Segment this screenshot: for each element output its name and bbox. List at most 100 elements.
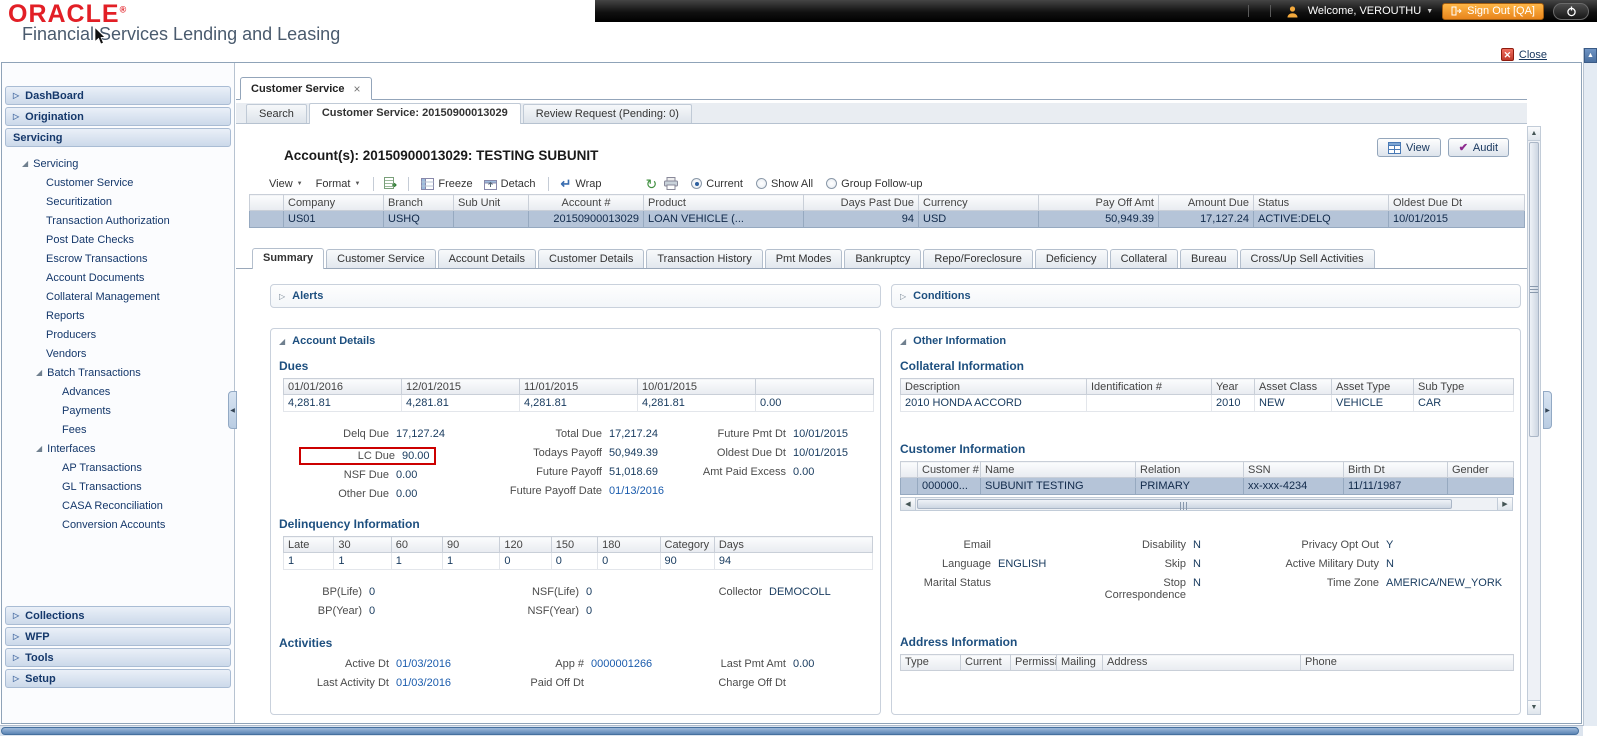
format-menu[interactable]: Format ▼	[313, 178, 364, 190]
scroll-up-button[interactable]: ▲	[1584, 48, 1597, 63]
col-account-number[interactable]: Account #	[528, 194, 644, 211]
sidebar-item-gl-transactions[interactable]: GL Transactions	[2, 477, 234, 496]
sidebar-item-ap-transactions[interactable]: AP Transactions	[2, 458, 234, 477]
col-branch[interactable]: Branch	[383, 194, 454, 211]
outer-vertical-scrollbar[interactable]: ▲	[1583, 48, 1597, 726]
sidebar-item-advances[interactable]: Advances	[2, 382, 234, 401]
subtab-search[interactable]: Search	[246, 104, 307, 123]
scroll-up-button[interactable]: ▲	[1528, 127, 1540, 141]
col-sub-unit[interactable]: Sub Unit	[453, 194, 529, 211]
detach-button[interactable]: Detach	[482, 178, 538, 190]
sidebar-item-vendors[interactable]: Vendors	[2, 344, 234, 363]
tree-node-interfaces[interactable]: ◢ Interfaces	[2, 439, 234, 458]
sidebar-item-fees[interactable]: Fees	[2, 420, 234, 439]
scroll-down-button[interactable]: ▼	[1528, 700, 1540, 714]
power-button[interactable]	[1553, 2, 1589, 20]
collapsed-arrow-icon[interactable]: ▷	[900, 292, 906, 301]
sidebar-item-transaction-authorization[interactable]: Transaction Authorization	[2, 211, 234, 230]
radio-show-all[interactable]: Show All	[755, 178, 813, 190]
tab-deficiency[interactable]: Deficiency	[1034, 249, 1108, 268]
tab-close-icon[interactable]: ×	[354, 82, 361, 96]
col-product[interactable]: Product	[643, 194, 804, 211]
export-icon[interactable]	[384, 177, 398, 190]
audit-button[interactable]: ✔ Audit	[1447, 138, 1509, 157]
sidebar-section-origination[interactable]: ▷ Origination	[5, 107, 231, 126]
sidebar-item-post-date-checks[interactable]: Post Date Checks	[2, 230, 234, 249]
tree-node-servicing[interactable]: ◢ Servicing	[2, 154, 234, 173]
expanded-arrow-icon[interactable]: ◢	[36, 368, 42, 377]
col-company[interactable]: Company	[283, 194, 384, 211]
sidebar-section-collections[interactable]: ▷ Collections	[5, 606, 231, 625]
sign-out-button[interactable]: Sign Out [QA]	[1442, 2, 1544, 20]
view-menu[interactable]: View ▼	[266, 178, 306, 190]
sidebar-section-tools[interactable]: ▷ Tools	[5, 648, 231, 667]
horizontal-scrollbar[interactable]	[0, 725, 1583, 736]
sidebar-item-casa-reconciliation[interactable]: CASA Reconciliation	[2, 496, 234, 515]
account-details-header[interactable]: ◢ Account Details	[271, 329, 880, 349]
sidebar-section-setup[interactable]: ▷ Setup	[5, 669, 231, 688]
vertical-scrollbar[interactable]: ▲ ▼	[1527, 126, 1541, 715]
tab-bureau[interactable]: Bureau	[1180, 249, 1238, 268]
sidebar-item-customer-service[interactable]: Customer Service	[2, 173, 234, 192]
row-selector-cell[interactable]	[900, 477, 918, 495]
dues-value-row[interactable]: 4,281.81 4,281.81 4,281.81 4,281.81 0.00	[283, 394, 874, 412]
tab-transaction-history[interactable]: Transaction History	[646, 249, 763, 268]
tab-collateral[interactable]: Collateral	[1109, 249, 1179, 268]
tab-customer-service-detail[interactable]: Customer Service	[326, 249, 436, 268]
tab-customer-details[interactable]: Customer Details	[538, 249, 645, 268]
scrollbar-thumb[interactable]	[1, 727, 1579, 735]
col-status[interactable]: Status	[1253, 194, 1389, 211]
col-pay-off-amt[interactable]: Pay Off Amt	[1038, 194, 1159, 211]
tab-customer-service[interactable]: Customer Service ×	[240, 77, 372, 100]
user-menu[interactable]: Welcome, VEROUTHU ▼	[1308, 5, 1433, 17]
other-information-header[interactable]: ◢ Other Information	[892, 329, 1520, 349]
subtab-customer-service-account[interactable]: Customer Service: 20150900013029	[308, 103, 521, 124]
wrap-button[interactable]: ↵ Wrap	[559, 177, 604, 190]
expanded-arrow-icon[interactable]: ◢	[22, 159, 28, 168]
col-days-past-due[interactable]: Days Past Due	[803, 194, 919, 211]
delinquency-value-row[interactable]: 1 1 1 1 0 0 0 90 94	[282, 552, 874, 570]
sidebar-item-conversion-accounts[interactable]: Conversion Accounts	[2, 515, 234, 534]
tab-repo-foreclosure[interactable]: Repo/Foreclosure	[923, 249, 1033, 268]
row-selector-cell[interactable]	[249, 210, 284, 228]
sidebar-item-escrow-transactions[interactable]: Escrow Transactions	[2, 249, 234, 268]
radio-group-followup[interactable]: Group Follow-up	[826, 178, 922, 190]
scrollbar-track[interactable]	[916, 498, 1497, 510]
tab-summary[interactable]: Summary	[252, 248, 325, 269]
close-icon[interactable]: ✕	[1500, 48, 1514, 61]
close-label[interactable]: Close	[1519, 49, 1547, 61]
sidebar-section-wfp[interactable]: ▷ WFP	[5, 627, 231, 646]
refresh-icon[interactable]: ↻	[646, 177, 658, 191]
sidebar-section-servicing[interactable]: Servicing	[5, 128, 231, 147]
sidebar-item-reports[interactable]: Reports	[2, 306, 234, 325]
tree-node-batch-transactions[interactable]: ◢ Batch Transactions	[2, 363, 234, 382]
account-row[interactable]: US01 USHQ 20150900013029 LOAN VEHICLE (.…	[249, 210, 1525, 228]
scrollbar-thumb[interactable]	[1529, 142, 1539, 437]
alerts-panel[interactable]: ▷ Alerts	[270, 284, 881, 308]
right-panel-expand-handle[interactable]: ▶	[1543, 391, 1552, 429]
customer-row[interactable]: 000000... SUBUNIT TESTING PRIMARY xx-xxx…	[900, 477, 1514, 495]
collateral-row[interactable]: 2010 HONDA ACCORD 2010 NEW VEHICLE CAR	[900, 394, 1514, 412]
sidebar-section-dashboard[interactable]: ▷ DashBoard	[5, 86, 231, 105]
radio-current[interactable]: Current	[691, 178, 743, 190]
conditions-panel[interactable]: ▷ Conditions	[891, 284, 1521, 308]
col-currency[interactable]: Currency	[918, 194, 1039, 211]
sidebar-item-producers[interactable]: Producers	[2, 325, 234, 344]
tab-cross-up-sell[interactable]: Cross/Up Sell Activities	[1239, 249, 1375, 268]
sidebar-item-collateral-management[interactable]: Collateral Management	[2, 287, 234, 306]
sidebar-item-securitization[interactable]: Securitization	[2, 192, 234, 211]
collateral-description-link[interactable]: 2010 HONDA ACCORD	[900, 394, 1087, 412]
scroll-right-button[interactable]: ▶	[1497, 498, 1512, 510]
col-amount-due[interactable]: Amount Due	[1158, 194, 1254, 211]
col-oldest-due-dt[interactable]: Oldest Due Dt	[1388, 194, 1525, 211]
subtab-review-request[interactable]: Review Request (Pending: 0)	[522, 104, 692, 123]
scrollbar-thumb[interactable]	[917, 499, 1452, 510]
sidebar-item-account-documents[interactable]: Account Documents	[2, 268, 234, 287]
scroll-left-button[interactable]: ◀	[901, 498, 916, 510]
expanded-arrow-icon[interactable]: ◢	[279, 337, 285, 346]
print-icon[interactable]	[664, 177, 679, 190]
freeze-button[interactable]: Freeze	[419, 177, 474, 190]
tab-account-details[interactable]: Account Details	[437, 249, 536, 268]
tab-bankruptcy[interactable]: Bankruptcy	[844, 249, 922, 268]
close-button[interactable]: ✕ Close	[1500, 48, 1547, 61]
